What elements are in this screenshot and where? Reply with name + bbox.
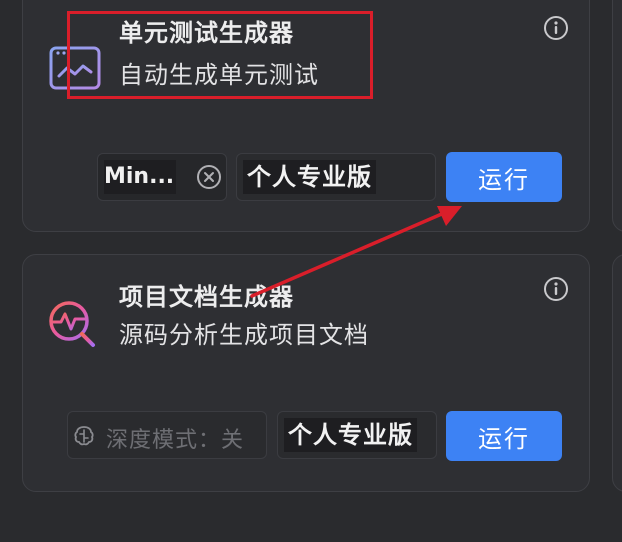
info-icon[interactable] [543, 276, 569, 302]
run-button[interactable]: 运行 [446, 411, 562, 461]
edition-select-value: 个人专业版 [243, 160, 376, 194]
highlight-box [67, 11, 373, 99]
deep-mode-label: 深度模式：关 [106, 428, 245, 453]
edition-select[interactable]: 个人专业版 [236, 153, 436, 201]
tool-grid: 单元测试生成器 自动生成单元测试 Min... 个人专业版 运行 项目文档生成器… [0, 0, 622, 542]
edition-select[interactable]: 个人专业版 [277, 411, 437, 459]
model-select[interactable]: Min... [97, 153, 227, 201]
run-button[interactable]: 运行 [446, 152, 562, 202]
clear-icon[interactable] [196, 164, 222, 190]
card-subtitle: 源码分析生成项目文档 [119, 321, 369, 349]
pulse-search-icon [49, 301, 95, 347]
adjacent-card[interactable] [612, 254, 622, 492]
model-select-value: Min... [104, 160, 176, 194]
info-icon[interactable] [543, 15, 569, 41]
deep-mode-toggle[interactable]: 深度模式：关 [67, 411, 267, 459]
project-doc-generator-card: 项目文档生成器 源码分析生成项目文档 深度模式：关 个人专业版 运行 [22, 254, 590, 492]
card-title: 项目文档生成器 [119, 283, 294, 311]
brain-icon [74, 426, 94, 446]
edition-select-value: 个人专业版 [284, 418, 417, 452]
adjacent-card[interactable] [612, 0, 622, 232]
